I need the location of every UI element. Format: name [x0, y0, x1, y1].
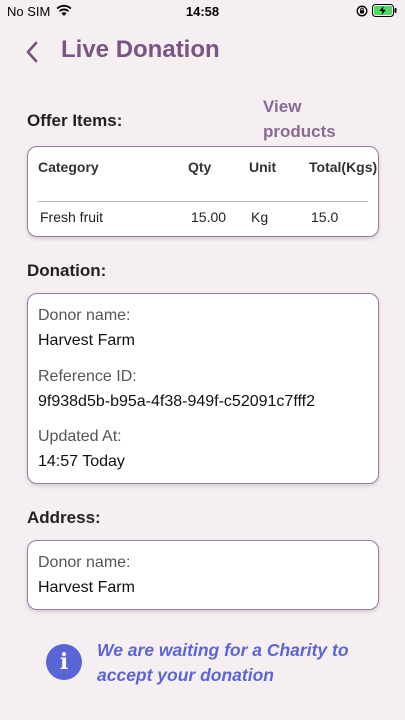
status-bar: No SIM 14:58 — [0, 0, 405, 24]
cell-unit: Kg — [251, 209, 269, 225]
cell-qty: 15.00 — [191, 209, 227, 225]
column-header-category: Category — [38, 159, 99, 175]
updated-at-value: 14:57 Today — [38, 453, 125, 470]
chevron-left-icon — [26, 41, 38, 63]
address-card: Donor name: Harvest Farm — [27, 540, 379, 610]
back-button[interactable] — [18, 38, 46, 66]
rotation-lock-icon — [356, 4, 368, 22]
offer-items-title: Offer Items: — [27, 111, 123, 130]
column-header-total: Total(Kgs) — [309, 159, 378, 175]
view-products-link[interactable]: View products — [263, 94, 373, 144]
waiting-info: i We are waiting for a Charity to accept… — [0, 636, 405, 692]
address-title: Address: — [27, 508, 101, 527]
column-header-qty: Qty — [188, 159, 212, 175]
donation-title: Donation: — [27, 261, 107, 280]
donor-name-value: Harvest Farm — [38, 332, 135, 349]
battery-charging-icon — [372, 4, 398, 22]
updated-at-label: Updated At: — [38, 428, 122, 445]
waiting-message: We are waiting for a Charity to accept y… — [97, 640, 349, 685]
donation-card: Donor name: Harvest Farm Reference ID: 9… — [27, 293, 379, 484]
address-donor-name-label: Donor name: — [38, 554, 131, 571]
column-header-unit: Unit — [249, 159, 277, 175]
donor-name-label: Donor name: — [38, 307, 131, 324]
info-icon: i — [46, 644, 82, 680]
table-divider — [38, 201, 368, 202]
cell-total: 15.0 — [311, 209, 339, 225]
reference-id-value: 9f938d5b-b95a-4f38-949f-c52091c7fff2 — [38, 393, 315, 410]
offer-items-table: Category Qty Unit Total(Kgs) Fresh fruit… — [27, 146, 379, 237]
header: Live Donation — [0, 34, 405, 70]
address-donor-name-value: Harvest Farm — [38, 579, 135, 596]
clock: 14:58 — [185, 4, 220, 19]
reference-id-label: Reference ID: — [38, 368, 137, 385]
cell-category: Fresh fruit — [40, 209, 104, 225]
page-title: Live Donation — [61, 36, 220, 63]
